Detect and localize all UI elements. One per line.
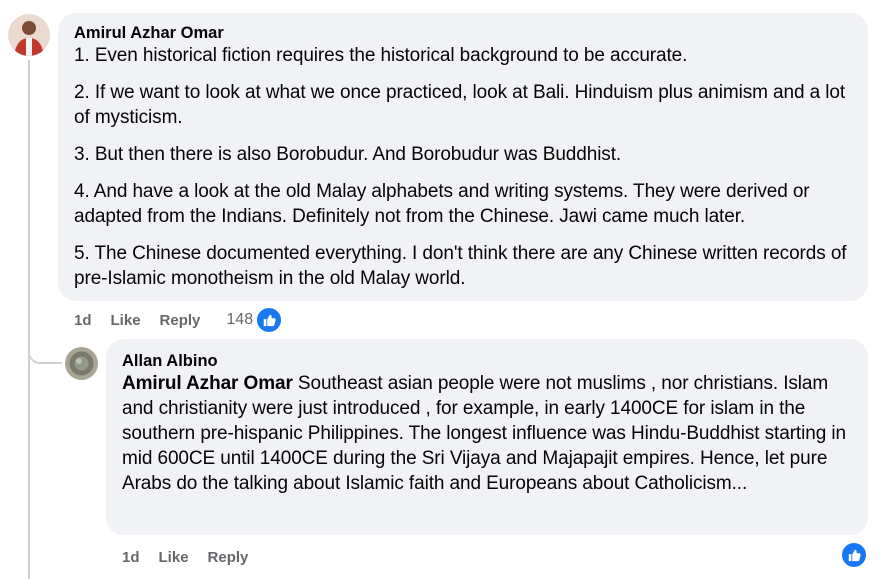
reply-actions: 1d Like Reply xyxy=(122,545,267,569)
avatar-amirul[interactable] xyxy=(8,14,50,56)
reply-button[interactable]: Reply xyxy=(160,312,201,329)
comment-paragraph-2: 2. If we want to look at what we once pr… xyxy=(74,82,846,128)
reply-author[interactable]: Allan Albino xyxy=(122,351,852,371)
comment-paragraph-3: 3. But then there is also Borobudur. And… xyxy=(74,144,622,165)
comment-author[interactable]: Amirul Azhar Omar xyxy=(74,23,852,43)
comment-paragraph-5: 5. The Chinese documented everything. I … xyxy=(74,243,847,289)
thread-branch xyxy=(28,340,62,364)
thumbs-up-icon[interactable] xyxy=(840,541,868,569)
comment-paragraph-1: 1. Even historical fiction requires the … xyxy=(74,45,688,66)
comment-bubble-amirul: Amirul Azhar Omar 1. Even historical fic… xyxy=(58,13,868,301)
reply-text: Amirul Azhar Omar Southeast asian people… xyxy=(122,371,852,496)
mention-link[interactable]: Amirul Azhar Omar xyxy=(122,373,293,394)
reply-like-button[interactable]: Like xyxy=(159,549,189,566)
comment-actions: 1d Like Reply 148 xyxy=(74,306,284,334)
reply-timestamp[interactable]: 1d xyxy=(122,549,140,566)
reaction-count[interactable]: 148 xyxy=(226,311,253,329)
comment-timestamp[interactable]: 1d xyxy=(74,312,92,329)
comment-bubble-allan: Allan Albino Amirul Azhar Omar Southeast… xyxy=(106,339,868,535)
thumbs-up-icon[interactable] xyxy=(255,306,284,334)
comment-paragraph-4: 4. And have a look at the old Malay alph… xyxy=(74,181,810,227)
reply-reply-button[interactable]: Reply xyxy=(208,549,249,566)
thread-line xyxy=(28,60,30,579)
avatar-allan[interactable] xyxy=(65,347,98,380)
like-button[interactable]: Like xyxy=(111,312,141,329)
